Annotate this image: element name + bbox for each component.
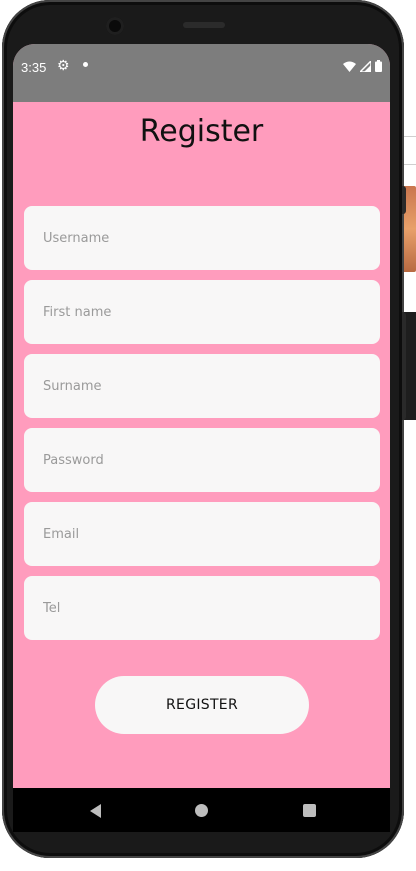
- front-camera: [106, 17, 124, 35]
- gear-icon: ⚙: [57, 57, 70, 73]
- status-bar: 3:35 ⚙: [13, 44, 390, 102]
- email-input[interactable]: [24, 502, 380, 566]
- battery-icon: [375, 60, 382, 72]
- page-title: Register: [139, 114, 264, 149]
- navigation-bar: [13, 788, 390, 832]
- status-time: 3:35: [21, 60, 47, 75]
- app-screen: 3:35 ⚙ Register REGISTER: [13, 44, 390, 832]
- username-input[interactable]: [24, 206, 380, 270]
- tel-input[interactable]: [24, 576, 380, 640]
- signal-icon: [360, 60, 371, 72]
- wifi-icon: [343, 61, 356, 72]
- power-button: [402, 186, 406, 214]
- recents-icon[interactable]: [303, 804, 316, 817]
- earpiece-speaker: [183, 22, 225, 28]
- notification-dot-icon: [83, 62, 88, 67]
- back-icon[interactable]: [90, 804, 101, 818]
- volume-button: [402, 312, 406, 420]
- home-icon[interactable]: [195, 804, 208, 817]
- password-input[interactable]: [24, 428, 380, 492]
- first-name-input[interactable]: [24, 280, 380, 344]
- surname-input[interactable]: [24, 354, 380, 418]
- status-icons: [343, 60, 382, 72]
- register-button[interactable]: REGISTER: [95, 676, 309, 734]
